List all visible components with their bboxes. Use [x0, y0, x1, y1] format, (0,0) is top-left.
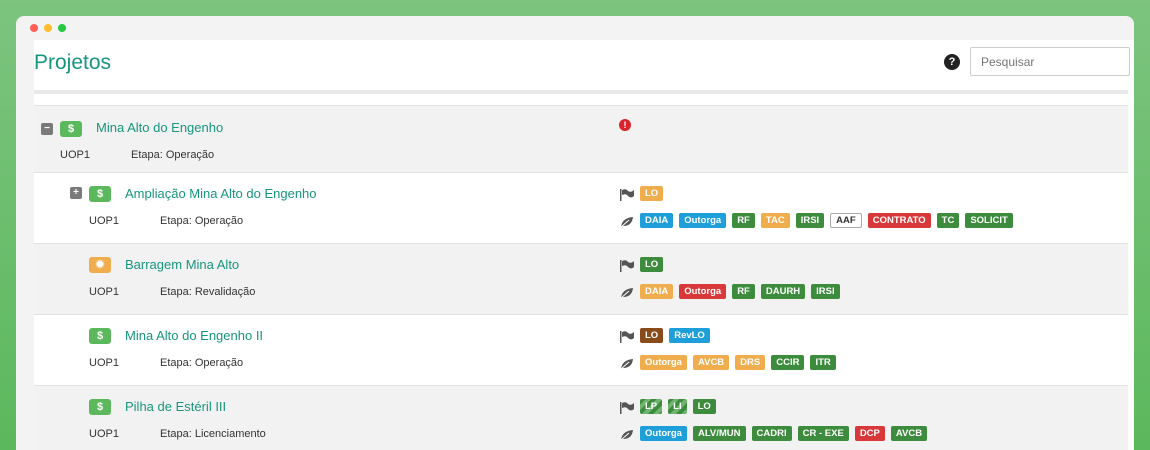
license-badge[interactable]: Outorga [679, 213, 727, 228]
license-badge[interactable]: DRS [735, 355, 766, 370]
project-unit: UOP1 [60, 149, 90, 161]
phase-badge[interactable]: LI [668, 399, 687, 414]
project-name-link[interactable]: Barragem Mina Alto [125, 257, 239, 272]
search-input[interactable] [970, 47, 1130, 76]
license-badge[interactable]: ITR [810, 355, 836, 370]
project-list: − $ Mina Alto do Engenho UOP1 Etapa: Operaçã… [34, 105, 1128, 450]
phase-badge[interactable]: LO [640, 186, 664, 201]
license-badge[interactable]: CADRI [751, 426, 792, 441]
page-header: Projetos ? [34, 40, 1134, 94]
dollar-icon: $ [89, 328, 111, 344]
flag-icon [620, 188, 634, 201]
license-badges: DAIA Outorga RF DAURH IRSI [620, 284, 840, 299]
license-badges: Outorga ALV/MUN CADRI CR - EXE DCP AVCB [620, 426, 928, 441]
project-stage: Etapa: Operação [131, 149, 215, 161]
gear-icon: ✹ [89, 257, 111, 273]
license-badge[interactable]: DAIA [640, 213, 674, 228]
window-titlebar [16, 16, 1134, 40]
alert-icon[interactable]: ! [619, 119, 631, 131]
close-window-button[interactable] [30, 24, 38, 32]
project-row: − $ Mina Alto do Engenho UOP1 Etapa: Operaçã… [34, 105, 1128, 172]
project-name-link[interactable]: Mina Alto do Engenho [96, 120, 223, 135]
license-badges: Outorga AVCB DRS CCIR ITR [620, 355, 836, 370]
project-unit: UOP1 [89, 215, 119, 227]
phase-badge[interactable]: LP [640, 399, 663, 414]
project-unit: UOP1 [89, 428, 119, 440]
project-unit: UOP1 [89, 286, 119, 298]
license-badge[interactable]: ALV/MUN [692, 426, 746, 441]
license-badge[interactable]: Outorga [640, 426, 687, 441]
phase-badge[interactable]: LO [692, 399, 716, 414]
license-badge[interactable]: CONTRATO [867, 213, 931, 228]
leaf-icon [620, 286, 634, 298]
project-row: + $ Ampliação Mina Alto do Engenho UOP1 Etap… [34, 172, 1128, 243]
project-stage: Etapa: Licenciamento [160, 428, 266, 440]
license-badge[interactable]: CCIR [771, 355, 805, 370]
header-divider [34, 90, 1128, 94]
phase-badge[interactable]: LO [640, 328, 664, 343]
license-badge[interactable]: TC [936, 213, 960, 228]
license-badge[interactable]: TAC [760, 213, 790, 228]
app-window: Projetos ? −$Mina Alto do EngenhoUOP1Eta… [16, 16, 1134, 450]
phase-badges: LO [620, 186, 664, 201]
project-stage: Etapa: Revalidação [160, 286, 256, 298]
phase-badge[interactable]: LO [640, 257, 664, 272]
project-row: ✹ Barragem Mina Alto UOP1 Etapa: Revalidaçã… [34, 243, 1128, 314]
license-badge[interactable]: IRSI [811, 284, 840, 299]
license-badge[interactable]: AAF [830, 213, 862, 228]
main-content: Projetos ? −$Mina Alto do EngenhoUOP1Eta… [34, 40, 1134, 450]
flag-icon [620, 259, 634, 272]
license-badge[interactable]: IRSI [795, 213, 825, 228]
license-badge[interactable]: AVCB [890, 426, 928, 441]
license-badge[interactable]: DAIA [640, 284, 674, 299]
license-badge[interactable]: CR - EXE [797, 426, 849, 441]
project-row: $ Pilha de Estéril III UOP1 Etapa: Licencia… [34, 385, 1128, 450]
flag-icon [620, 401, 634, 414]
project-stage: Etapa: Operação [160, 357, 244, 369]
license-badge[interactable]: DCP [854, 426, 885, 441]
phase-badges: LO [620, 257, 664, 272]
license-badge[interactable]: Outorga [679, 284, 727, 299]
page-title: Projetos [34, 51, 112, 74]
project-row: $ Mina Alto do Engenho II UOP1 Etapa: Opera… [34, 314, 1128, 385]
phase-badges: LP LI LO [620, 399, 716, 414]
leaf-icon [620, 215, 634, 227]
expand-toggle-icon[interactable]: + [70, 187, 82, 199]
maximize-window-button[interactable] [58, 24, 66, 32]
license-badge[interactable]: AVCB [692, 355, 730, 370]
license-badge[interactable]: RF [732, 284, 755, 299]
dollar-icon: $ [60, 121, 82, 137]
project-unit: UOP1 [89, 357, 119, 369]
license-badge[interactable]: SOLICIT [965, 213, 1013, 228]
question-circle-icon[interactable]: ? [944, 54, 960, 70]
leaf-icon [620, 357, 634, 369]
minimize-window-button[interactable] [44, 24, 52, 32]
project-stage: Etapa: Operação [160, 215, 244, 227]
dollar-icon: $ [89, 186, 111, 202]
project-name-link[interactable]: Ampliação Mina Alto do Engenho [125, 186, 317, 201]
leaf-icon [620, 428, 634, 440]
license-badges: DAIA Outorga RF TAC IRSI AAF CONTRATO TC SOLICIT [620, 213, 1013, 228]
dollar-icon: $ [89, 399, 111, 415]
license-badge[interactable]: Outorga [640, 355, 687, 370]
collapse-toggle-icon[interactable]: − [41, 123, 53, 135]
flag-icon [620, 330, 634, 343]
project-name-link[interactable]: Pilha de Estéril III [125, 399, 226, 414]
project-name-link[interactable]: Mina Alto do Engenho II [125, 328, 263, 343]
phase-badges: LO RevLO [620, 328, 710, 343]
phase-badge[interactable]: RevLO [669, 328, 710, 343]
license-badge[interactable]: DAURH [760, 284, 806, 299]
license-badge[interactable]: RF [732, 213, 755, 228]
